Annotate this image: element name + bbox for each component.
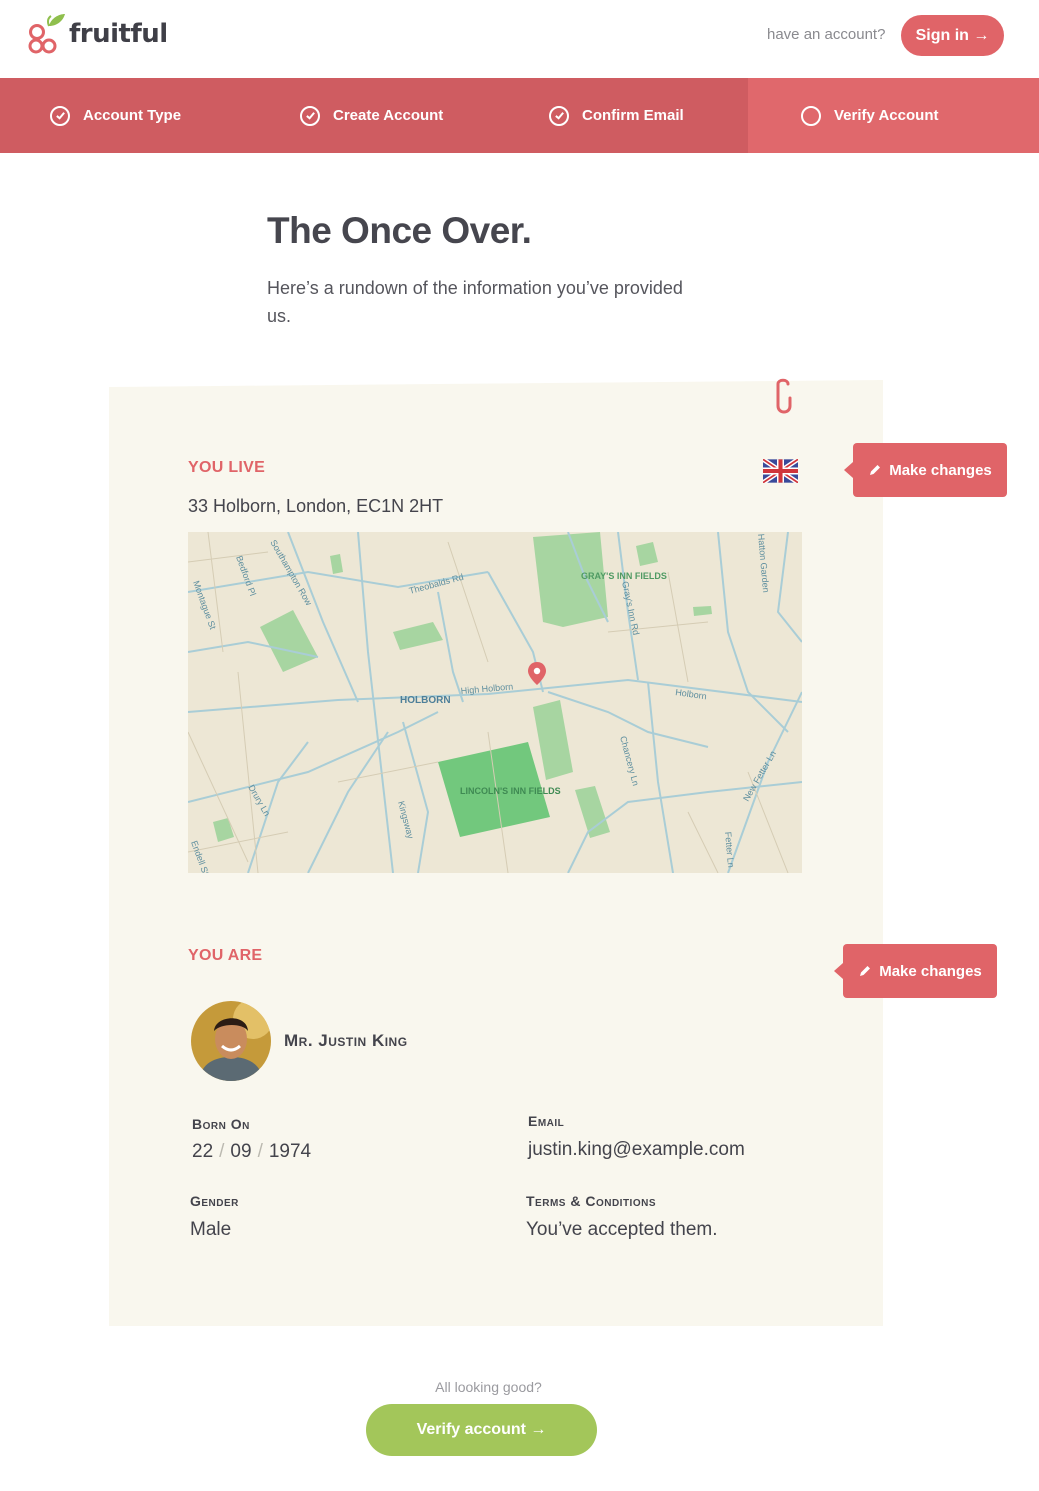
- empty-circle-icon: [801, 105, 821, 126]
- edit-address-button[interactable]: Make changes: [844, 443, 1007, 497]
- gender-value: Male: [190, 1219, 232, 1240]
- page-title: The Once Over.: [267, 210, 532, 251]
- step-account-type[interactable]: Account Type: [0, 78, 249, 153]
- terms-label: Terms & Conditions: [526, 1193, 656, 1209]
- map-place-label: HOLBORN: [400, 695, 451, 706]
- verify-account-button[interactable]: Verify account →: [366, 1404, 597, 1456]
- paperclip-icon: [771, 376, 795, 416]
- map-place-label: GRAY'S INN FIELDS: [581, 571, 667, 581]
- have-account-text: have an account?: [767, 26, 886, 43]
- page-intro: Here’s a rundown of the information you’…: [267, 278, 683, 326]
- progress-steps: Account Type Create Account Confirm Emai…: [0, 78, 1039, 153]
- dob-year: 1974: [268, 1141, 312, 1162]
- location-map[interactable]: GRAY'S INN FIELDS HOLBORN LINCOLN'S INN …: [188, 532, 802, 873]
- pencil-icon: [860, 966, 871, 976]
- edit-label: Make changes: [879, 962, 982, 980]
- dob-month: 09: [230, 1141, 252, 1162]
- header: fruitful have an account? Sign in →: [0, 0, 1039, 78]
- check-circle-icon: [549, 105, 569, 126]
- you-live-label: YOU LIVE: [188, 459, 266, 476]
- step-verify-account[interactable]: Verify Account: [748, 78, 1039, 153]
- person-name: Mr. Justin King: [284, 1031, 408, 1050]
- step-label: Create Account: [333, 107, 444, 124]
- logo[interactable]: fruitful: [27, 12, 168, 56]
- email-label: Email: [528, 1113, 565, 1129]
- edit-label: Make changes: [889, 461, 992, 479]
- email-value: justin.king@example.com: [528, 1139, 745, 1160]
- check-circle-icon: [50, 105, 70, 126]
- check-circle-icon: [300, 105, 320, 126]
- uk-flag-icon: [761, 457, 800, 485]
- step-label: Confirm Email: [582, 107, 684, 124]
- brand-name: fruitful: [69, 19, 168, 49]
- born-on-label: Born On: [192, 1116, 250, 1132]
- gender-label: Gender: [190, 1193, 239, 1209]
- confirm-prompt: All looking good?: [435, 1379, 542, 1395]
- fruit-logo-icon: [27, 12, 67, 56]
- dob-separator: /: [219, 1141, 225, 1162]
- sign-in-button[interactable]: Sign in →: [901, 15, 1004, 56]
- dob-separator: /: [257, 1141, 263, 1162]
- dob-day: 22: [192, 1141, 214, 1162]
- terms-value: You’ve accepted them.: [526, 1219, 718, 1240]
- you-are-label: YOU ARE: [188, 947, 263, 964]
- avatar: [191, 1001, 271, 1081]
- step-label: Account Type: [83, 107, 182, 124]
- date-of-birth: 22/09/1974: [192, 1141, 311, 1163]
- step-label: Verify Account: [834, 107, 939, 124]
- edit-identity-button[interactable]: Make changes: [834, 944, 997, 998]
- pencil-icon: [870, 465, 881, 475]
- step-create-account[interactable]: Create Account: [249, 78, 498, 153]
- map-place-label: LINCOLN'S INN FIELDS: [460, 786, 561, 796]
- step-confirm-email[interactable]: Confirm Email: [498, 78, 748, 153]
- address-text: 33 Holborn, London, EC1N 2HT: [188, 496, 444, 516]
